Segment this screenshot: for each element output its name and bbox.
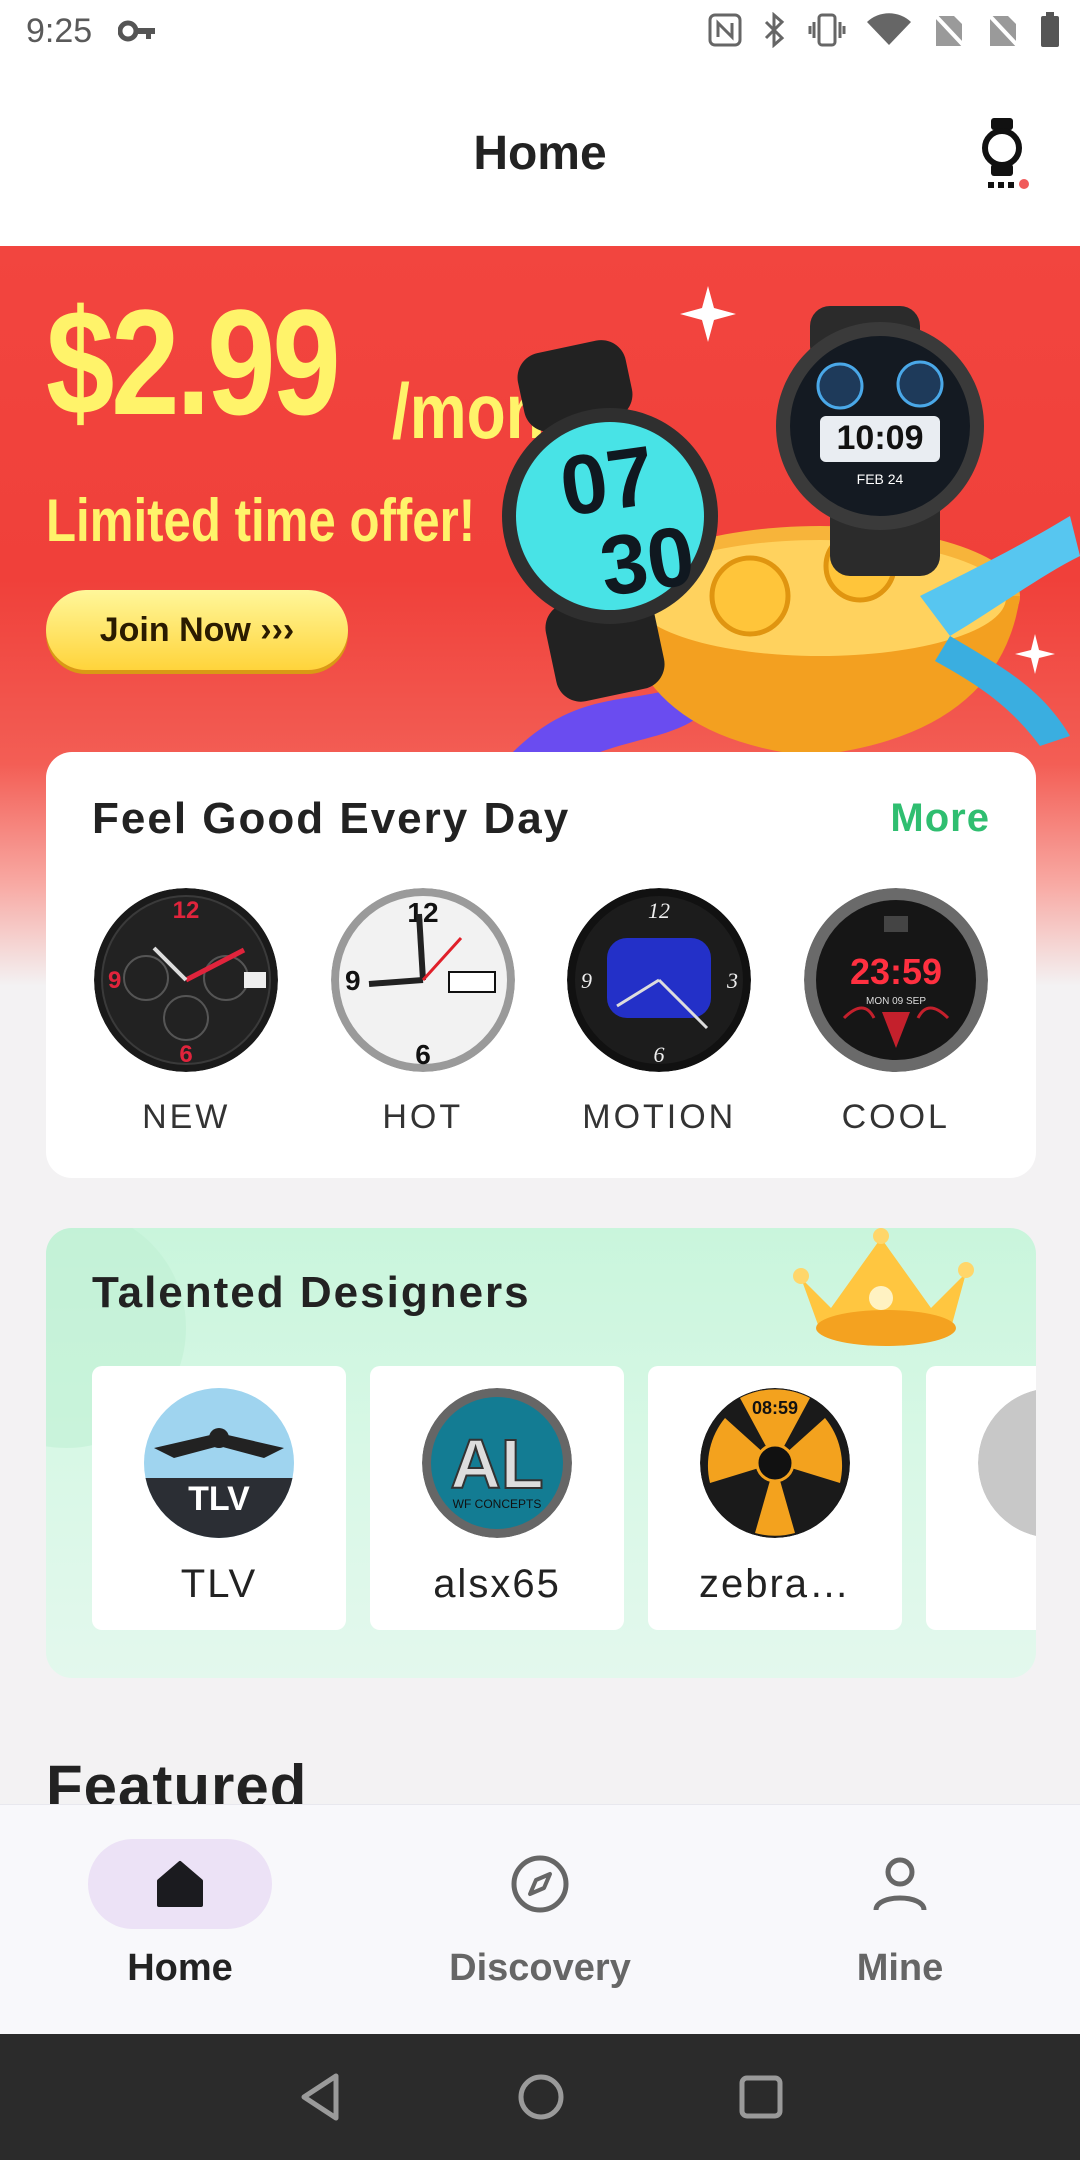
designer-name: zebra… — [698, 1562, 852, 1606]
no-sim-icon — [986, 12, 1020, 53]
system-navigation-bar — [0, 2034, 1080, 2160]
avatar: TLV — [144, 1388, 294, 1538]
category-new[interactable]: 12 6 9 NEW — [86, 888, 286, 1137]
join-now-button[interactable]: Join Now ››› — [46, 590, 348, 670]
svg-text:3: 3 — [726, 968, 738, 993]
category-cool[interactable]: 23:59 MON 09 SEP COOL — [796, 888, 996, 1137]
page-title: Home — [473, 127, 607, 180]
svg-text:23:59: 23:59 — [850, 951, 942, 992]
wifi-icon — [866, 13, 912, 52]
svg-text:30: 30 — [594, 508, 700, 614]
designer-list[interactable]: TLV TLV AL WF CONCEPTS alsx65 08:59 zebr… — [92, 1366, 1036, 1630]
promo-watches-image: 10:09 FEB 24 07 30 — [500, 286, 1080, 786]
bottom-navigation: Home Discovery Mine — [0, 1804, 1080, 2035]
talented-designers-card: Talented Designers TLV TLV AL WF CONCEPT… — [46, 1228, 1036, 1678]
nav-pill — [808, 1839, 992, 1929]
watch-connect-button[interactable] — [974, 116, 1034, 196]
avatar: AL WF CONCEPTS — [422, 1388, 572, 1538]
nfc-icon — [708, 13, 742, 52]
svg-text:9: 9 — [345, 965, 361, 996]
designer-card-tlv[interactable]: TLV TLV — [92, 1366, 346, 1630]
nav-label: Home — [127, 1947, 233, 1989]
vibrate-icon — [808, 12, 846, 53]
nav-home[interactable]: Home — [30, 1839, 330, 1990]
nav-label: Discovery — [449, 1947, 631, 1989]
avatar: 08:59 — [700, 1388, 850, 1538]
status-time: 9:25 — [26, 12, 93, 50]
svg-text:MON 09 SEP: MON 09 SEP — [866, 996, 926, 1007]
watchface-thumbnail: 23:59 MON 09 SEP — [803, 888, 988, 1072]
watchface-thumbnail: 12 6 9 — [330, 888, 515, 1072]
svg-text:6: 6 — [654, 1042, 665, 1067]
category-list: 12 6 9 NEW 12 6 9 HOT 12 6 3 9 MOTION 23… — [46, 888, 1036, 1137]
nav-mine[interactable]: Mine — [750, 1839, 1050, 1990]
svg-text:6: 6 — [415, 1039, 431, 1070]
category-label: HOT — [382, 1098, 464, 1136]
home-circle-icon[interactable] — [514, 2070, 568, 2124]
battery-icon — [1040, 12, 1060, 53]
watchface-thumbnail: 12 6 9 — [94, 888, 279, 1072]
svg-text:WF CONCEPTS: WF CONCEPTS — [453, 1497, 542, 1511]
bluetooth-icon — [762, 11, 788, 53]
smartwatch-icon — [982, 118, 1029, 189]
designer-card-zebra[interactable]: 08:59 zebra… — [648, 1366, 902, 1630]
category-label: NEW — [142, 1098, 231, 1136]
nav-label: Mine — [856, 1947, 944, 1989]
status-bar: 9:25 — [0, 0, 1080, 66]
svg-text:08:59: 08:59 — [752, 1398, 798, 1418]
designer-card-alsx65[interactable]: AL WF CONCEPTS alsx65 — [370, 1366, 624, 1630]
promo-price: $2.99 — [46, 278, 341, 446]
svg-text:6: 6 — [180, 1041, 193, 1068]
home-icon — [157, 1861, 203, 1907]
designer-name: TLV — [180, 1562, 258, 1606]
svg-text:FEB 24: FEB 24 — [857, 471, 904, 487]
category-motion[interactable]: 12 6 3 9 MOTION — [559, 888, 759, 1137]
designer-card-partial[interactable]: A — [926, 1366, 1036, 1630]
key-icon — [117, 16, 158, 51]
person-icon — [873, 1857, 927, 1911]
no-sim-icon — [932, 12, 966, 53]
svg-text:12: 12 — [407, 897, 438, 928]
svg-text:TLV: TLV — [188, 1480, 250, 1518]
category-hot[interactable]: 12 6 9 HOT — [323, 888, 523, 1137]
status-icons — [708, 11, 1060, 53]
svg-text:9: 9 — [581, 968, 592, 993]
category-label: MOTION — [582, 1098, 737, 1136]
crown-icon — [793, 1228, 974, 1346]
svg-text:10:09: 10:09 — [837, 419, 924, 457]
section-title: Talented Designers — [92, 1268, 531, 1317]
back-icon[interactable] — [296, 2070, 344, 2124]
category-label: COOL — [841, 1098, 950, 1136]
svg-text:9: 9 — [108, 967, 121, 994]
svg-text:AL: AL — [450, 1425, 543, 1503]
designer-name: alsx65 — [433, 1562, 561, 1606]
watchface-thumbnail: 12 6 3 9 — [567, 888, 752, 1072]
svg-text:12: 12 — [173, 897, 200, 924]
feel-good-card: Feel Good Every Day More 12 6 9 NEW 12 6… — [46, 752, 1036, 1178]
nav-discovery[interactable]: Discovery — [390, 1839, 690, 1990]
nav-pill — [448, 1839, 632, 1929]
promo-tagline: Limited time offer! — [46, 487, 476, 554]
nav-pill — [88, 1839, 272, 1929]
app-header: Home — [0, 66, 1080, 247]
svg-text:12: 12 — [648, 898, 670, 923]
avatar — [978, 1388, 1036, 1538]
section-title: Feel Good Every Day — [92, 794, 571, 843]
designer-name: A — [926, 1562, 1036, 1607]
recents-icon[interactable] — [736, 2070, 786, 2124]
more-link[interactable]: More — [890, 796, 990, 841]
compass-icon — [511, 1855, 569, 1913]
